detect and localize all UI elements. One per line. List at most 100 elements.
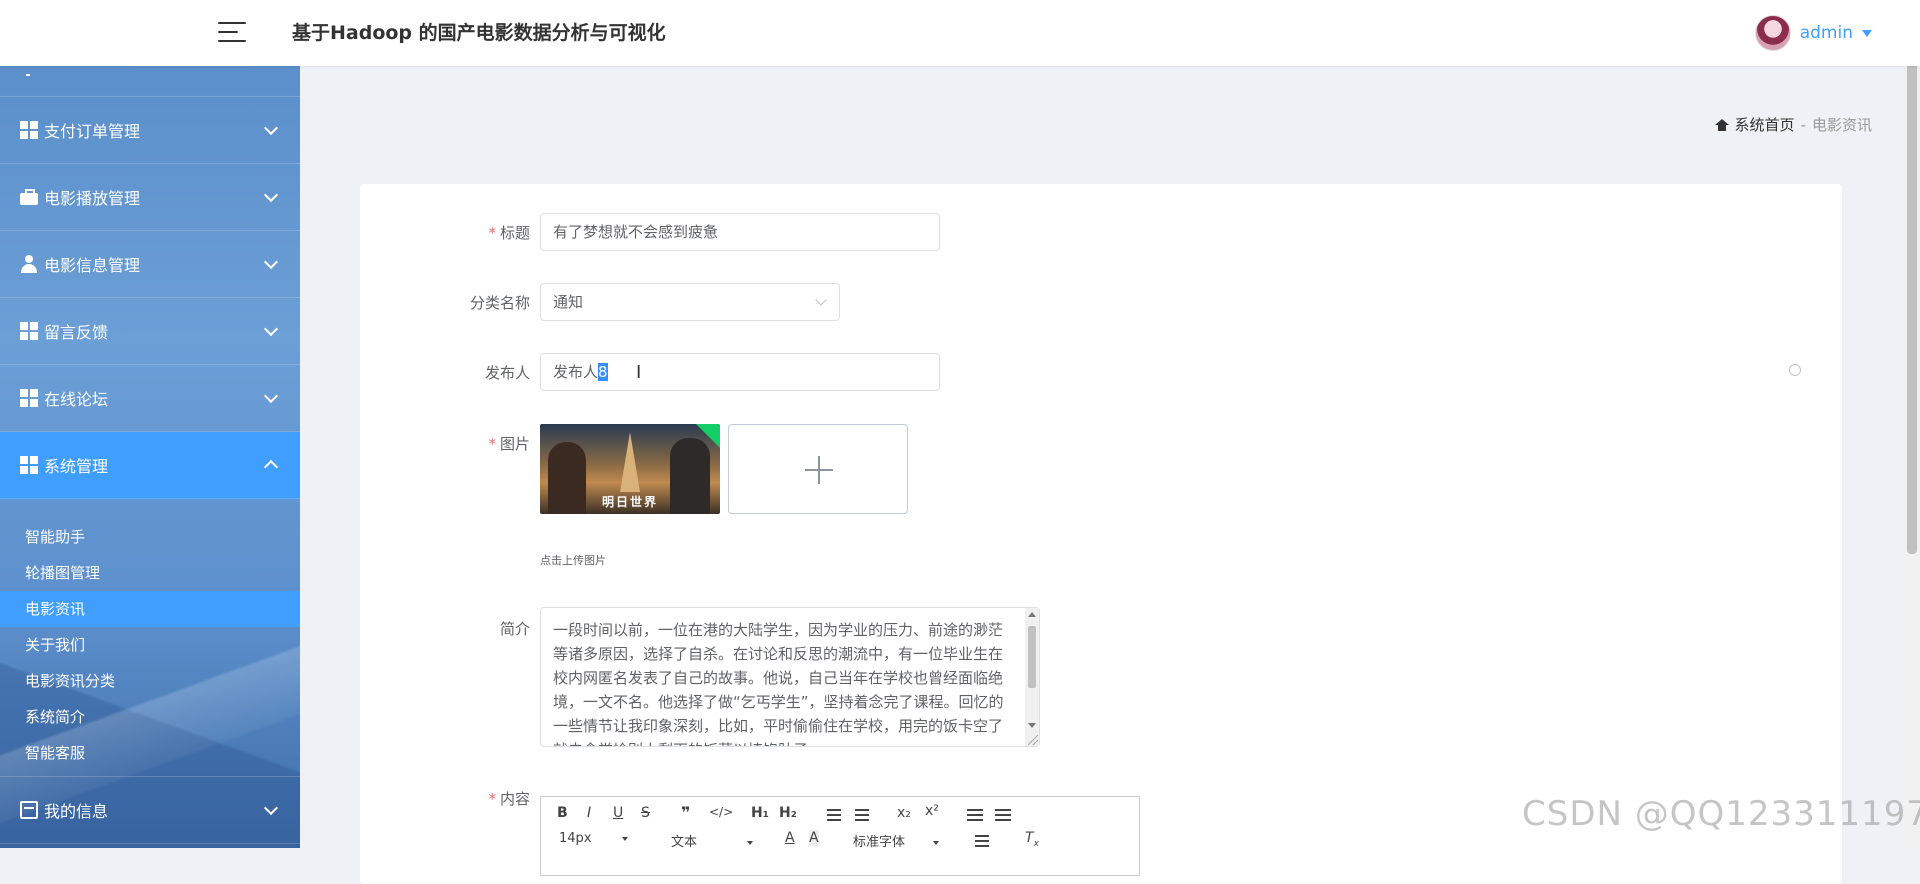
ordered-list-icon[interactable] xyxy=(827,809,841,821)
clear-circle-icon[interactable] xyxy=(1789,364,1801,376)
header-1-button[interactable]: H₁ xyxy=(751,805,769,821)
sidebar-item-movie-playback[interactable]: 电影播放管理 xyxy=(0,164,300,231)
header-2-button[interactable]: H₂ xyxy=(779,805,797,821)
intro-textarea[interactable]: 一段时间以前，一位在港的大陆学生，因为学业的压力、前途的渺茫等诸多原因，选择了自… xyxy=(540,607,1040,747)
chevron-down-icon xyxy=(263,254,279,270)
breadcrumb-current: 电影资讯 xyxy=(1811,116,1872,134)
sidebar-item-label: 在线论坛 xyxy=(44,390,109,409)
font-color-icon[interactable]: A xyxy=(785,830,795,846)
bullet-list-icon[interactable] xyxy=(855,809,869,821)
user-icon xyxy=(20,255,38,273)
uploaded-image-thumbnail[interactable]: 明日世界 xyxy=(540,424,720,514)
breadcrumb-separator: - xyxy=(1800,115,1806,134)
content-label: * 内容 xyxy=(488,790,530,808)
category-select[interactable]: 通知 xyxy=(540,283,840,321)
sidebar-item-label: 支付订单管理 xyxy=(44,122,141,141)
code-block-icon[interactable]: </> xyxy=(709,805,733,819)
resize-grip-icon[interactable] xyxy=(1028,735,1038,745)
intro-label: 简介 xyxy=(499,620,530,638)
background-color-icon[interactable]: A xyxy=(809,830,819,846)
poster-title: 明日世界 xyxy=(601,495,658,509)
form-card: * 标题 有了梦想就不会感到疲惫 分类名称 通知 发布人 发布人8 I * 图片 明… xyxy=(360,184,1842,884)
underline-button[interactable]: U xyxy=(613,805,623,821)
sidebar-subitem-system-intro[interactable]: 系统简介 xyxy=(0,699,300,735)
sidebar-item-forum[interactable]: 在线论坛 xyxy=(0,365,300,432)
grid-icon xyxy=(20,121,38,139)
menu-toggle-icon[interactable] xyxy=(218,20,246,44)
sidebar-subitem-customer-service[interactable]: 智能客服 xyxy=(0,735,300,771)
sidebar-item-my-info[interactable]: 我的信息 xyxy=(0,776,300,844)
outdent-icon[interactable] xyxy=(967,809,983,821)
publisher-input-selection: 8 xyxy=(598,363,608,381)
scroll-up-icon[interactable] xyxy=(1028,612,1036,617)
text-type-select[interactable]: 文本 xyxy=(671,831,754,850)
title-label: * 标题 xyxy=(488,224,530,242)
sidebar-subitem-assistant[interactable]: 智能助手 xyxy=(0,519,300,555)
breadcrumb: 系统首页 - 电影资讯 xyxy=(1714,114,1872,135)
intro-scrollbar[interactable] xyxy=(1025,608,1039,746)
breadcrumb-home[interactable]: 系统首页 xyxy=(1735,114,1795,135)
sidebar-item-payment-orders[interactable]: 支付订单管理 xyxy=(0,97,300,164)
caret-down-icon[interactable] xyxy=(1862,29,1872,37)
clear-format-icon[interactable]: Tx xyxy=(1025,830,1039,849)
sidebar: 支付订单管理 电影播放管理 电影信息管理 留言反馈 在线论坛 系统管理 智能助手… xyxy=(0,66,300,848)
upload-success-badge xyxy=(696,424,720,448)
user-menu[interactable]: admin xyxy=(1754,15,1872,51)
home-icon[interactable] xyxy=(1714,118,1729,131)
strikethrough-button[interactable]: S xyxy=(641,805,650,821)
chevron-down-icon xyxy=(263,800,279,816)
grid-icon xyxy=(20,456,38,474)
category-label: 分类名称 xyxy=(469,294,530,312)
avatar[interactable] xyxy=(1754,15,1791,51)
category-select-value: 通知 xyxy=(553,293,584,311)
blockquote-icon[interactable]: ❞ xyxy=(681,803,690,822)
watermark: CSDN @QQ123311197 xyxy=(1522,794,1920,834)
grid-icon xyxy=(20,389,38,407)
top-header: 基于Hadoop 的国产电影数据分析与可视化 admin xyxy=(0,0,1920,66)
grid-icon xyxy=(20,322,38,340)
rich-text-editor[interactable]: B I U S ❞ </> H₁ H₂ x₂ x² 14px 文本 A A 标准… xyxy=(540,796,1140,876)
publisher-label: 发布人 xyxy=(484,364,530,382)
app-title: 基于Hadoop 的国产电影数据分析与可视化 xyxy=(292,22,666,44)
id-card-icon xyxy=(20,801,38,819)
chevron-down-icon xyxy=(263,187,279,203)
sidebar-item-label: 系统管理 xyxy=(44,457,109,476)
align-icon[interactable] xyxy=(975,835,989,847)
user-name[interactable]: admin xyxy=(1800,23,1853,43)
font-family-select[interactable]: 标准字体 xyxy=(853,831,940,850)
chevron-down-icon xyxy=(263,388,279,404)
sidebar-subitem-movie-news[interactable]: 电影资讯 xyxy=(0,591,300,627)
title-input[interactable]: 有了梦想就不会感到疲惫 xyxy=(540,213,940,251)
sidebar-item-system-management[interactable]: 系统管理 xyxy=(0,432,300,499)
scroll-down-icon[interactable] xyxy=(1028,723,1036,728)
sidebar-item-label: 电影信息管理 xyxy=(44,256,141,275)
sidebar-item-label: 留言反馈 xyxy=(44,323,109,342)
sidebar-item-feedback[interactable]: 留言反馈 xyxy=(0,298,300,365)
publisher-input-value: 发布人 xyxy=(553,363,599,381)
bold-button[interactable]: B xyxy=(557,805,568,821)
sidebar-subitem-news-category[interactable]: 电影资讯分类 xyxy=(0,663,300,699)
sidebar-subitem-about-us[interactable]: 关于我们 xyxy=(0,627,300,663)
sidebar-item-label: 电影播放管理 xyxy=(44,189,141,208)
upload-image-button[interactable] xyxy=(728,424,908,514)
page-scrollbar[interactable] xyxy=(1904,0,1920,848)
briefcase-icon xyxy=(20,188,38,206)
italic-button[interactable]: I xyxy=(587,805,591,821)
font-size-select[interactable]: 14px xyxy=(559,831,628,846)
superscript-button[interactable]: x² xyxy=(925,803,939,819)
chevron-up-icon xyxy=(263,459,279,475)
sidebar-subitem-carousel[interactable]: 轮播图管理 xyxy=(0,555,300,591)
page-scroll-thumb[interactable] xyxy=(1907,6,1917,554)
image-label: * 图片 xyxy=(488,435,530,453)
upload-tip: 点击上传图片 xyxy=(540,554,606,567)
publisher-input[interactable]: 发布人8 xyxy=(540,353,940,391)
chevron-down-icon xyxy=(263,120,279,136)
indent-icon[interactable] xyxy=(995,809,1011,821)
sidebar-item-collapsed[interactable] xyxy=(0,66,300,97)
chevron-down-icon xyxy=(263,321,279,337)
text-cursor-icon: I xyxy=(636,362,642,383)
sidebar-item-movie-info[interactable]: 电影信息管理 xyxy=(0,231,300,298)
subscript-button[interactable]: x₂ xyxy=(897,805,911,821)
scroll-thumb[interactable] xyxy=(1028,626,1036,688)
sidebar-item-label: 我的信息 xyxy=(44,802,109,821)
